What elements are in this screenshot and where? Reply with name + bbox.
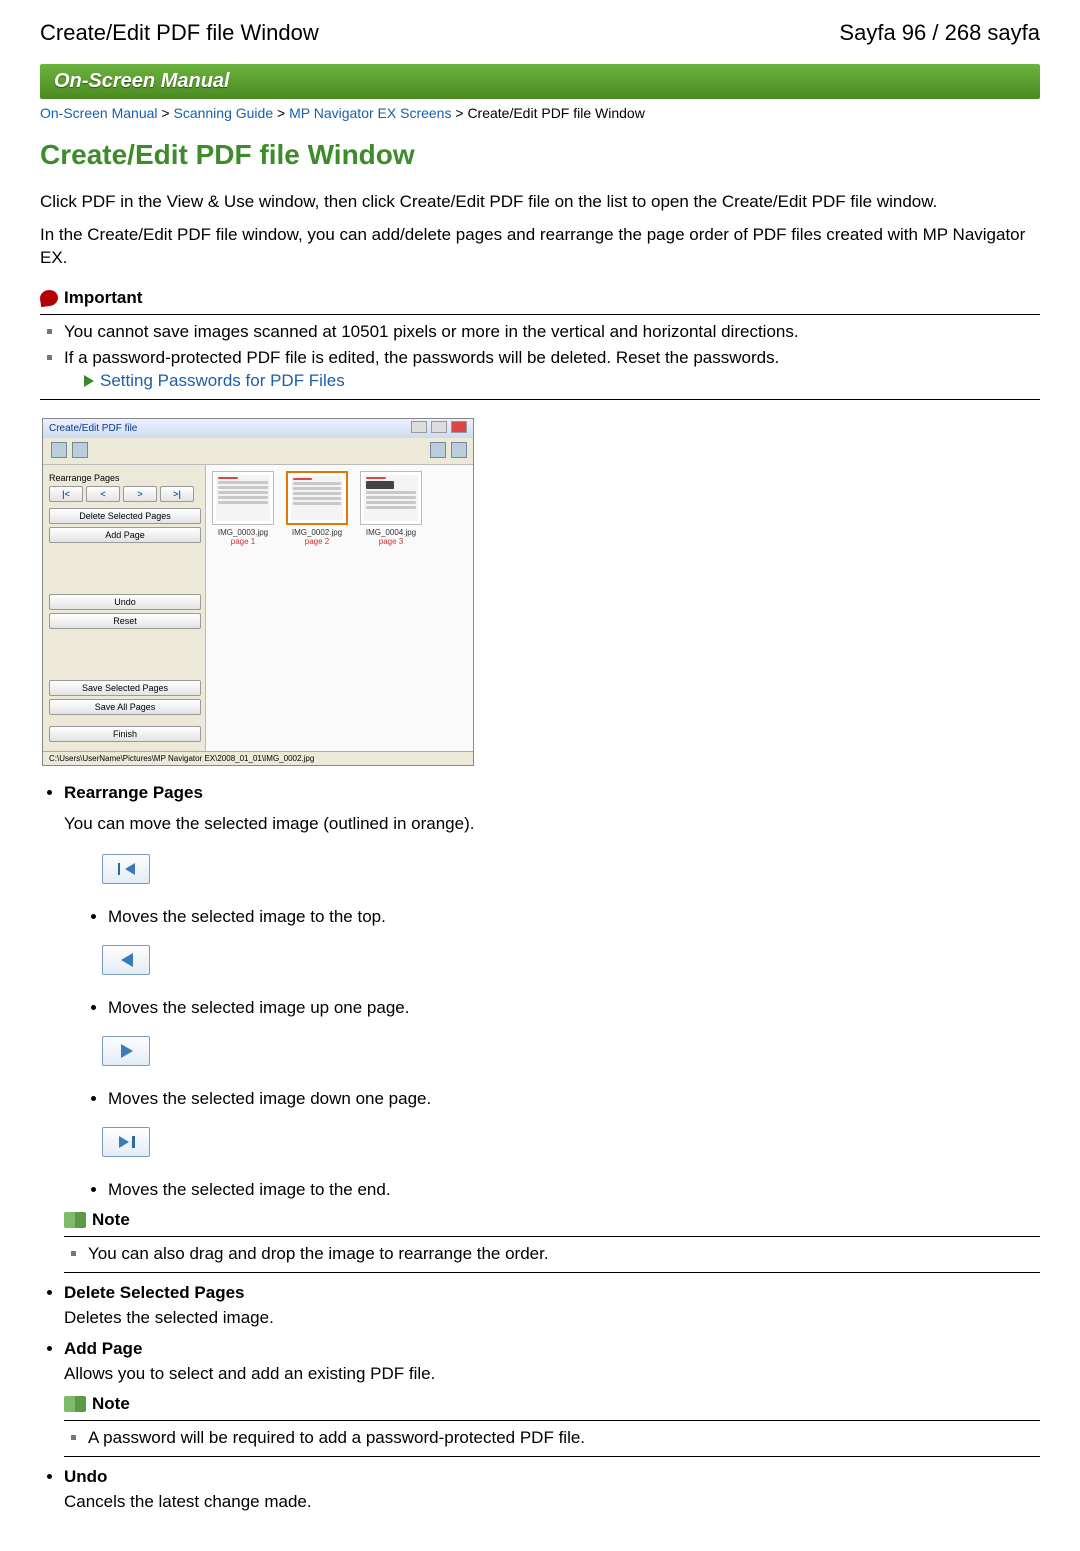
maximize-icon[interactable] xyxy=(431,421,447,433)
thumbnail-3[interactable]: IMG_0004.jpg page 3 xyxy=(360,471,422,546)
important-item-1: You cannot save images scanned at 10501 … xyxy=(64,321,1040,344)
thumbnail-2[interactable]: IMG_0002.jpg page 2 xyxy=(286,471,348,546)
divider xyxy=(64,1420,1040,1421)
save-all-button[interactable]: Save All Pages xyxy=(49,699,201,715)
divider xyxy=(64,1272,1040,1273)
move-top-icon xyxy=(102,854,150,884)
divider xyxy=(40,314,1040,315)
left-panel: Rearrange Pages |< < > >| Delete Selecte… xyxy=(43,465,206,751)
divider xyxy=(64,1456,1040,1457)
minimize-icon[interactable] xyxy=(411,421,427,433)
page-title: Create/Edit PDF file Window xyxy=(40,139,1040,171)
window-title: Create/Edit PDF file xyxy=(49,423,137,434)
arrow-right-icon xyxy=(84,375,94,387)
undo-desc: Cancels the latest change made. xyxy=(64,1491,1040,1514)
intro-paragraph-1: Click PDF in the View & Use window, then… xyxy=(40,191,1040,214)
header-right: Sayfa 96 / 268 sayfa xyxy=(839,20,1040,46)
add-title: Add Page xyxy=(64,1339,142,1358)
breadcrumb-current: Create/Edit PDF file Window xyxy=(467,105,644,121)
toolbar xyxy=(43,438,473,465)
important-label: Important xyxy=(64,288,142,308)
nav-last-button[interactable]: >| xyxy=(160,486,194,502)
thumb2-pagename: page 2 xyxy=(286,537,348,546)
important-list: You cannot save images scanned at 10501 … xyxy=(40,321,1040,393)
setting-passwords-link[interactable]: Setting Passwords for PDF Files xyxy=(84,370,1040,393)
move-down-desc: Moves the selected image down one page. xyxy=(108,1089,1040,1109)
toolbar-icon-2[interactable] xyxy=(72,442,88,458)
move-up-desc: Moves the selected image up one page. xyxy=(108,998,1040,1018)
intro-paragraph-2: In the Create/Edit PDF file window, you … xyxy=(40,224,1040,270)
manual-banner: On-Screen Manual xyxy=(40,64,1040,99)
status-bar: C:\Users\UserName\Pictures\MP Navigator … xyxy=(43,751,473,765)
thumb1-pagename: page 1 xyxy=(212,537,274,546)
note-heading-2: Note xyxy=(64,1394,1040,1414)
save-selected-button[interactable]: Save Selected Pages xyxy=(49,680,201,696)
breadcrumb-link-3[interactable]: MP Navigator EX Screens xyxy=(289,105,451,121)
important-heading: Important xyxy=(40,288,1040,308)
note-icon xyxy=(64,1212,86,1228)
header-left: Create/Edit PDF file Window xyxy=(40,20,319,46)
app-screenshot: Create/Edit PDF file Rearrange Pages |< … xyxy=(42,418,474,766)
reset-button[interactable]: Reset xyxy=(49,613,201,629)
rearrange-label: Rearrange Pages xyxy=(49,473,199,483)
move-top-desc: Moves the selected image to the top. xyxy=(108,907,1040,927)
rearrange-desc: You can move the selected image (outline… xyxy=(64,813,1040,836)
thumb1-filename: IMG_0003.jpg xyxy=(212,528,274,537)
add-desc: Allows you to select and add an existing… xyxy=(64,1363,1040,1386)
move-end-desc: Moves the selected image to the end. xyxy=(108,1180,1040,1200)
note-drag: You can also drag and drop the image to … xyxy=(88,1243,1040,1266)
thumbnail-1[interactable]: IMG_0003.jpg page 1 xyxy=(212,471,274,546)
delete-title: Delete Selected Pages xyxy=(64,1283,244,1302)
move-up-icon xyxy=(102,945,150,975)
note-label: Note xyxy=(92,1210,130,1230)
page-header: Create/Edit PDF file Window Sayfa 96 / 2… xyxy=(40,20,1040,46)
toolbar-icon-1[interactable] xyxy=(51,442,67,458)
important-item-2: If a password-protected PDF file is edit… xyxy=(64,347,1040,393)
move-end-icon xyxy=(102,1127,150,1157)
nav-next-button[interactable]: > xyxy=(123,486,157,502)
window-buttons xyxy=(410,421,467,436)
undo-button[interactable]: Undo xyxy=(49,594,201,610)
undo-title: Undo xyxy=(64,1467,107,1486)
rearrange-title: Rearrange Pages xyxy=(64,783,203,802)
thumbnail-panel: IMG_0003.jpg page 1 IMG_0002.jpg page 2 … xyxy=(206,465,473,751)
move-down-icon xyxy=(102,1036,150,1066)
feature-list: Rearrange Pages You can move the selecte… xyxy=(40,783,1040,1515)
delete-pages-button[interactable]: Delete Selected Pages xyxy=(49,508,201,524)
close-icon[interactable] xyxy=(451,421,467,433)
thumb3-filename: IMG_0004.jpg xyxy=(360,528,422,537)
finish-button[interactable]: Finish xyxy=(49,726,201,742)
add-page-button[interactable]: Add Page xyxy=(49,527,201,543)
delete-desc: Deletes the selected image. xyxy=(64,1307,1040,1330)
breadcrumb: On-Screen Manual > Scanning Guide > MP N… xyxy=(40,105,1040,121)
thumb2-filename: IMG_0002.jpg xyxy=(286,528,348,537)
breadcrumb-link-1[interactable]: On-Screen Manual xyxy=(40,105,158,121)
note-label: Note xyxy=(92,1394,130,1414)
note-heading: Note xyxy=(64,1210,1040,1230)
nav-first-button[interactable]: |< xyxy=(49,486,83,502)
window-titlebar: Create/Edit PDF file xyxy=(43,419,473,438)
divider xyxy=(40,399,1040,400)
note-icon xyxy=(64,1396,86,1412)
nav-prev-button[interactable]: < xyxy=(86,486,120,502)
view-detail-icon[interactable] xyxy=(451,442,467,458)
breadcrumb-link-2[interactable]: Scanning Guide xyxy=(173,105,273,121)
note-password: A password will be required to add a pas… xyxy=(88,1427,1040,1450)
thumb3-pagename: page 3 xyxy=(360,537,422,546)
divider xyxy=(64,1236,1040,1237)
view-thumb-icon[interactable] xyxy=(430,442,446,458)
speech-bubble-icon xyxy=(39,289,59,307)
